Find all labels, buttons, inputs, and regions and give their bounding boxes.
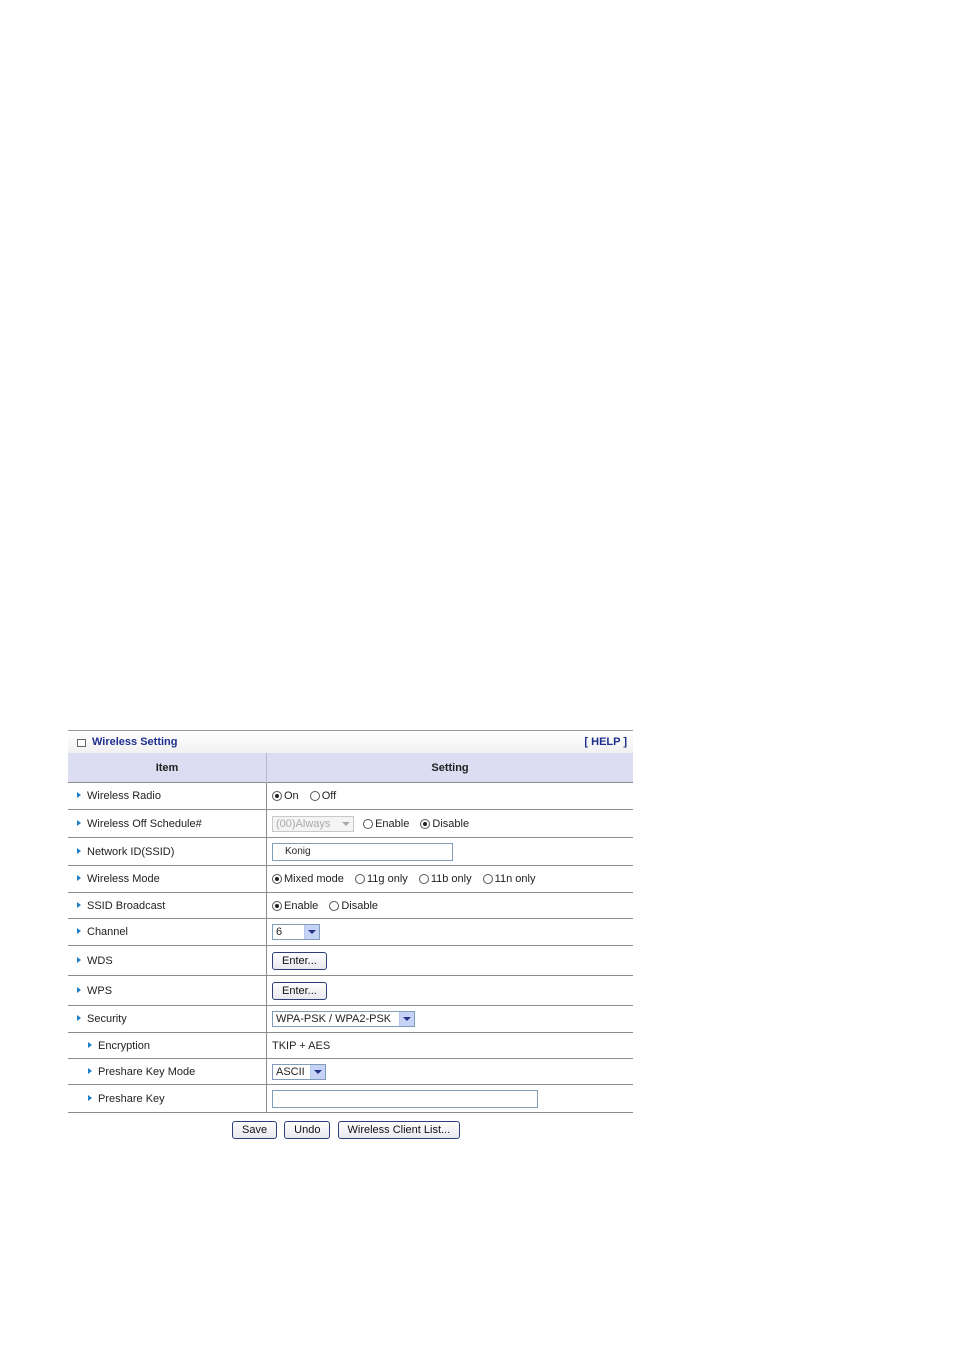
wps-enter-button[interactable]: Enter... xyxy=(272,981,327,1000)
arrow-icon xyxy=(88,1041,92,1048)
arrow-icon xyxy=(88,1094,92,1101)
row-label-wds: WDS xyxy=(68,945,267,976)
row-label-security: Security xyxy=(68,1005,267,1033)
arrow-icon xyxy=(77,986,81,993)
arrow-icon xyxy=(77,1015,81,1022)
chevron-down-icon xyxy=(399,1012,414,1026)
wireless-client-list-button[interactable]: Wireless Client List... xyxy=(337,1121,461,1139)
wds-enter-button[interactable]: Enter... xyxy=(272,951,327,970)
schedule-enable[interactable]: Enable xyxy=(363,818,409,830)
table-row: Wireless Radio On Off xyxy=(68,782,633,810)
table-row: Channel 6 xyxy=(68,918,633,946)
table-row: Wireless Mode Mixed mode 11g only 11b on… xyxy=(68,865,633,893)
table-row: Wireless Off Schedule# (00)Always Enable… xyxy=(68,809,633,838)
radio-on[interactable]: On xyxy=(272,790,299,802)
radio-unselected-icon[interactable] xyxy=(329,900,340,911)
radio-unselected-icon[interactable] xyxy=(418,874,429,885)
radio-unselected-icon[interactable] xyxy=(482,874,493,885)
arrow-icon xyxy=(77,928,81,935)
column-header-item: Item xyxy=(68,753,267,783)
row-label-channel: Channel xyxy=(68,918,267,946)
schedule-select[interactable]: (00)Always xyxy=(272,815,354,832)
security-select[interactable]: WPA-PSK / WPA2-PSK xyxy=(272,1011,415,1027)
arrow-icon xyxy=(77,792,81,799)
row-label-preshare-key-mode: Preshare Key Mode xyxy=(68,1058,267,1085)
row-label-wireless-off-schedule: Wireless Off Schedule# xyxy=(68,809,267,838)
row-label-encryption: Encryption xyxy=(68,1032,267,1059)
undo-button[interactable]: Undo xyxy=(284,1121,331,1139)
ssid-input[interactable]: Konig xyxy=(272,842,453,861)
table-row: Encryption TKIP + AES xyxy=(68,1032,633,1059)
mode-11b[interactable]: 11b only xyxy=(418,873,472,885)
arrow-icon xyxy=(77,901,81,908)
table-row: Preshare Key xyxy=(68,1084,633,1113)
mode-mixed[interactable]: Mixed mode xyxy=(272,873,344,885)
radio-selected-icon[interactable] xyxy=(420,818,431,829)
arrow-icon xyxy=(77,847,81,854)
arrow-icon xyxy=(88,1067,92,1074)
row-label-ssid-broadcast: SSID Broadcast xyxy=(68,892,267,919)
row-label-preshare-key: Preshare Key xyxy=(68,1084,267,1113)
action-buttons: Save Undo Wireless Client List... xyxy=(232,1121,464,1139)
arrow-icon xyxy=(77,819,81,826)
row-label-wireless-mode: Wireless Mode xyxy=(68,865,267,893)
row-label-ssid: Network ID(SSID) xyxy=(68,837,267,866)
arrow-icon xyxy=(77,956,81,963)
radio-unselected-icon[interactable] xyxy=(354,874,365,885)
mode-11n[interactable]: 11n only xyxy=(482,873,535,885)
panel-titlebar: Wireless Setting [ HELP ] xyxy=(68,730,633,753)
broadcast-enable[interactable]: Enable xyxy=(272,900,318,912)
radio-unselected-icon[interactable] xyxy=(309,791,320,802)
table-header: Item Setting xyxy=(68,753,633,783)
preshare-key-input[interactable] xyxy=(272,1089,538,1108)
chevron-down-icon xyxy=(310,1064,325,1079)
key-mode-select[interactable]: ASCII xyxy=(272,1063,326,1080)
table-row: Security WPA-PSK / WPA2-PSK xyxy=(68,1005,633,1033)
mode-11g[interactable]: 11g only xyxy=(354,873,408,885)
broadcast-disable[interactable]: Disable xyxy=(329,900,378,912)
arrow-icon xyxy=(77,875,81,882)
radio-unselected-icon[interactable] xyxy=(363,818,374,829)
settings-table: Item Setting Wireless Radio On Off Wirel… xyxy=(68,753,633,1113)
radio-selected-icon[interactable] xyxy=(272,874,282,885)
encryption-value: TKIP + AES xyxy=(266,1032,633,1059)
row-label-wireless-radio: Wireless Radio xyxy=(68,782,267,810)
panel-title: Wireless Setting xyxy=(92,736,178,748)
help-link[interactable]: [ HELP ] xyxy=(584,736,627,748)
chevron-down-icon xyxy=(339,816,353,831)
wireless-setting-panel: Wireless Setting [ HELP ] Item Setting W… xyxy=(68,730,633,1113)
table-row: WPS Enter... xyxy=(68,975,633,1006)
schedule-disable[interactable]: Disable xyxy=(420,818,469,830)
column-header-setting: Setting xyxy=(266,753,633,783)
collapse-box-icon xyxy=(77,739,86,747)
radio-selected-icon[interactable] xyxy=(272,791,282,802)
save-button[interactable]: Save xyxy=(232,1121,278,1139)
radio-off[interactable]: Off xyxy=(309,790,336,802)
table-row: Preshare Key Mode ASCII xyxy=(68,1058,633,1085)
table-row: Network ID(SSID) Konig xyxy=(68,837,633,866)
radio-selected-icon[interactable] xyxy=(272,900,282,911)
table-row: SSID Broadcast Enable Disable xyxy=(68,892,633,919)
chevron-down-icon xyxy=(304,925,319,939)
channel-select[interactable]: 6 xyxy=(272,924,320,940)
table-row: WDS Enter... xyxy=(68,945,633,976)
row-label-wps: WPS xyxy=(68,975,267,1006)
